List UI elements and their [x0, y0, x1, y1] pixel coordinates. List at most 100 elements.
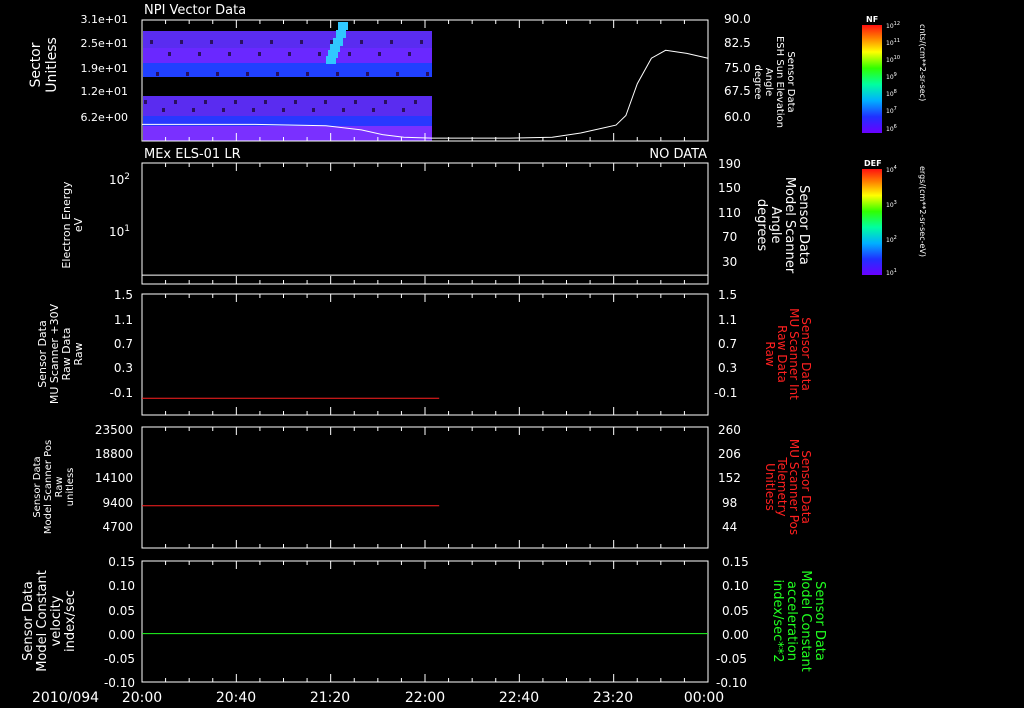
colorbar-nf-unit: cnts/(cm**2-sr-sec)	[918, 24, 927, 101]
heatmap-speckle	[282, 108, 285, 112]
p3-left-label-line: Raw	[72, 342, 85, 365]
colorbar-nf-tag: NF	[866, 15, 878, 24]
p1-right-label-line: Angle	[763, 68, 774, 96]
p5-right-tick: 0.00	[722, 628, 749, 642]
heatmap-speckle	[180, 40, 183, 44]
p4-right-tick: 44	[722, 520, 737, 534]
p1-left-label-line: Sector	[28, 42, 44, 87]
p5-left-label-line: velocity	[49, 595, 64, 646]
heatmap-speckle	[300, 40, 303, 44]
heatmap-speckle	[408, 52, 411, 56]
p1-left-tick: 1.9e+01	[81, 62, 128, 75]
heatmap-speckle	[318, 52, 321, 56]
p2-right-label-line: Angle	[768, 207, 783, 244]
p4-right-tick: 206	[718, 447, 741, 461]
p3-left-tick: 0.7	[114, 337, 133, 351]
heatmap-speckle	[234, 100, 237, 104]
p5-left-tick: -0.05	[104, 652, 135, 666]
panel5-right-label: Sensor Data Model Constant acceleration …	[770, 570, 827, 672]
heatmap-speckle	[186, 72, 189, 76]
p3-left-tick: -0.1	[110, 386, 133, 400]
heatmap-speckle	[414, 100, 417, 104]
time-tick-label: 22:00	[405, 690, 445, 706]
time-tick-label: 21:20	[310, 690, 350, 706]
heatmap-speckle	[396, 72, 399, 76]
heatmap-speckle	[336, 72, 339, 76]
p5-left-label-line: index/sec	[63, 590, 78, 652]
p3-left-tick: 1.5	[114, 288, 133, 302]
panel1-title: NPI Vector Data	[144, 3, 246, 18]
p4-left-label-line: Model Scanner Pos	[43, 440, 54, 534]
p5-left-label-line: Model Constant	[35, 570, 50, 672]
p2-right-label-line: degrees	[754, 199, 769, 252]
heatmap-speckle	[198, 52, 201, 56]
heatmap-speckle	[330, 40, 333, 44]
p1-right-tick: 90.0	[724, 12, 751, 26]
heatmap-speckle	[312, 108, 315, 112]
no-data-label: NO DATA	[649, 147, 707, 162]
panel2-title: MEx ELS-01 LR	[144, 147, 241, 162]
p1-right-tick: 75.0	[724, 61, 751, 75]
p1-left-tick: 3.1e+01	[81, 13, 128, 26]
p4-left-tick: 18800	[95, 447, 133, 461]
heatmap-speckle	[144, 100, 147, 104]
heatmap-band	[143, 96, 432, 116]
p4-left-label-line: Raw	[54, 476, 65, 497]
panel1-left-label: Sector Unitless	[28, 37, 60, 93]
p1-right-tick: 82.5	[724, 36, 751, 50]
p3-right-tick: 0.7	[718, 337, 737, 351]
p3-right-label-line: Raw	[763, 341, 777, 366]
heatmap-speckle	[378, 52, 381, 56]
p1-right-tick: 60.0	[724, 110, 751, 124]
heatmap-speckle	[228, 52, 231, 56]
heatmap-speckle	[222, 108, 225, 112]
p2-right-tick: 190	[718, 157, 741, 171]
heatmap-speckle	[258, 52, 261, 56]
p4-right-label-line: Unitless	[763, 463, 777, 511]
p1-right-label-line: Sensor Data	[785, 51, 796, 112]
p4-right-tick: 260	[718, 423, 741, 437]
p2-left-label-line: eV	[72, 217, 85, 232]
time-tick-label: 22:40	[499, 690, 539, 706]
p2-right-label-line: Model Scanner	[782, 177, 797, 274]
p5-right-label-line: index/sec**2	[770, 579, 785, 662]
p3-right-tick: 1.1	[718, 313, 737, 327]
heatmap-speckle	[288, 52, 291, 56]
p1-right-tick: 67.5	[724, 84, 751, 98]
colorbar-nf-gradient	[862, 25, 882, 133]
time-tick-label: 20:00	[122, 690, 162, 706]
p5-right-tick: -0.10	[716, 676, 747, 690]
heatmap-speckle	[216, 72, 219, 76]
p2-right-tick: 30	[722, 255, 737, 269]
p5-left-tick: 0.05	[108, 604, 135, 618]
heatmap-speckle	[342, 108, 345, 112]
heatmap-speckle	[210, 40, 213, 44]
date-label: 2010/094	[32, 690, 99, 706]
p5-right-tick: 0.10	[722, 579, 749, 593]
heatmap-speckle	[174, 100, 177, 104]
p5-left-tick: 0.15	[108, 555, 135, 569]
p5-right-tick: 0.05	[722, 604, 749, 618]
heatmap-band	[143, 31, 432, 48]
colorbar-def-gradient	[862, 169, 882, 275]
p3-right-tick: 0.3	[718, 361, 737, 375]
p3-right-tick: -0.1	[714, 386, 737, 400]
p4-left-tick: 23500	[95, 423, 133, 437]
p4-left-label-line: unitless	[65, 468, 76, 507]
p4-left-tick: 14100	[95, 471, 133, 485]
colorbar-def-unit: ergs/(cm**2-sr-sec-eV)	[918, 166, 927, 257]
heatmap-speckle	[402, 108, 405, 112]
heatmap-streak	[338, 22, 348, 30]
p5-right-tick: 0.15	[722, 555, 749, 569]
p2-right-label-line: Sensor Data	[796, 185, 811, 265]
heatmap-streak	[326, 56, 336, 64]
p5-left-tick: 0.00	[108, 628, 135, 642]
p5-right-label-line: Model Constant	[798, 570, 813, 672]
heatmap-speckle	[384, 100, 387, 104]
p4-left-tick: 4700	[102, 520, 133, 534]
p2-right-tick: 150	[718, 181, 741, 195]
p1-left-label-line: Unitless	[44, 37, 60, 93]
heatmap-speckle	[246, 72, 249, 76]
heatmap-speckle	[294, 100, 297, 104]
heatmap-speckle	[168, 52, 171, 56]
